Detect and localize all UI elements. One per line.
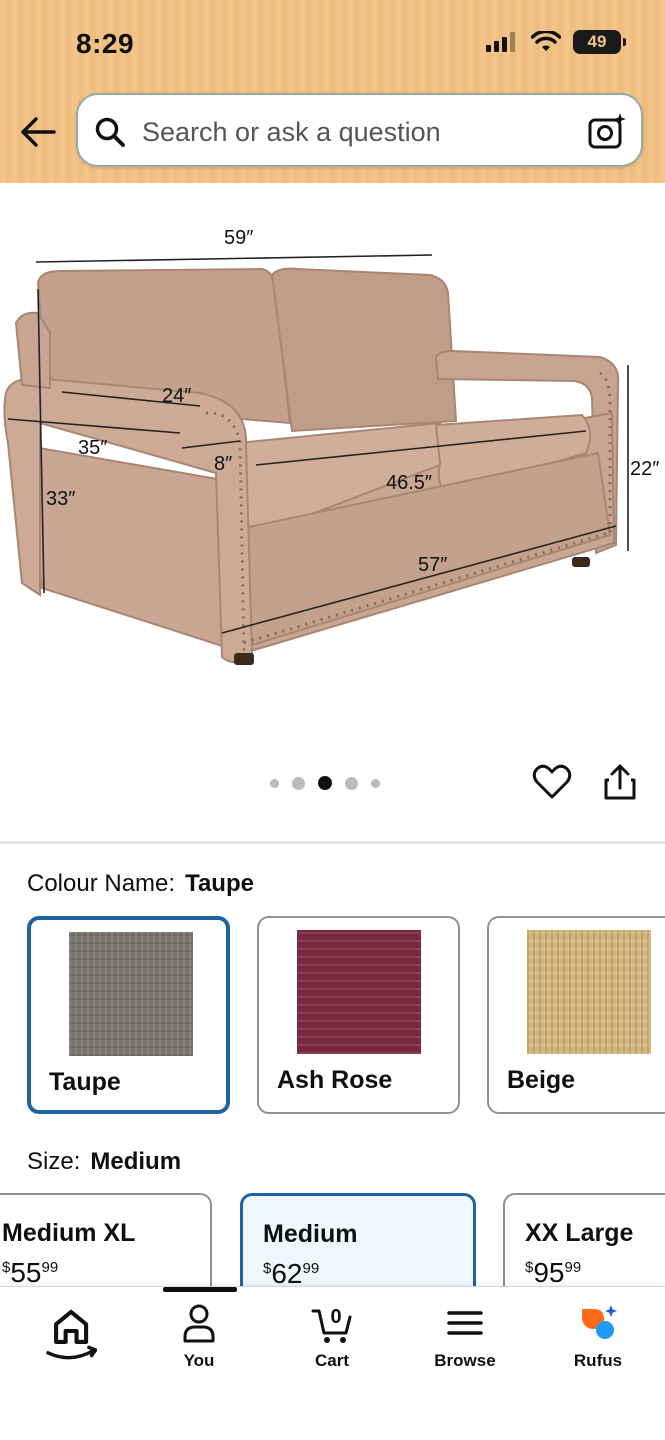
nav-browse[interactable]: Browse [415,1301,515,1371]
cart-count-badge: 0 [330,1306,341,1328]
dimension-label: 8″ [214,453,232,475]
carousel-dot[interactable] [292,776,305,790]
share-icon[interactable] [602,762,638,802]
carousel-dot-active[interactable] [318,776,332,790]
colour-swatch-taupe[interactable]: Taupe [27,916,230,1114]
cart-icon: 0 [311,1306,352,1343]
nav-home[interactable] [17,1301,117,1361]
dimension-label: 46.5″ [386,472,432,494]
search-input[interactable]: Search or ask a question [76,93,643,167]
status-icons: 49 [485,30,626,54]
carousel-dot[interactable] [270,778,279,788]
nav-you[interactable]: You [149,1301,249,1371]
colour-swatch-beige[interactable]: Beige [487,916,665,1114]
heart-icon[interactable] [532,762,572,802]
size-option-price: $5599 [2,1257,59,1288]
search-icon [95,117,125,147]
image-carousel-dots[interactable] [270,776,380,790]
size-selected-value: Medium [90,1148,182,1175]
swatch-image [297,930,421,1054]
size-option-name: Medium XL [2,1219,136,1247]
camera-icon[interactable] [587,111,627,151]
battery-icon: 49 [573,30,626,54]
swatch-image [527,930,651,1054]
nav-rufus[interactable]: Rufus [548,1301,648,1371]
size-label: Size: Medium [27,1148,182,1175]
menu-icon [447,1311,483,1335]
nav-label: Browse [434,1351,496,1370]
search-placeholder: Search or ask a question [142,117,441,147]
swatch-image [69,932,193,1056]
size-option-name: XX Large [525,1219,634,1247]
product-image[interactable]: 59″ 24″ 35″ 8″ 33″ 46.5″ 22″ 57″ [0,183,665,743]
nav-label: Cart [314,1351,349,1370]
size-option-name: Medium [263,1220,358,1248]
dimension-label: 22″ [630,458,659,480]
carousel-dot[interactable] [345,776,358,790]
colour-label: Colour Name: Taupe [27,870,254,897]
nav-label: You [183,1351,215,1370]
active-tab-indicator [163,1287,237,1292]
colour-selected-value: Taupe [185,870,254,897]
colour-swatch-ash-rose[interactable]: Ash Rose [257,916,460,1114]
bottom-nav: You 0 Cart Browse Rufus [0,1286,665,1440]
carousel-dot[interactable] [371,778,380,788]
swatch-label: Ash Rose [277,1066,393,1094]
dimension-label: 35″ [78,437,107,459]
dimension-label: 24″ [162,385,191,407]
swatch-label: Taupe [49,1068,121,1096]
home-icon [46,1309,97,1360]
back-arrow-icon[interactable] [18,112,58,152]
swatch-label: Beige [507,1066,576,1094]
nav-cart[interactable]: 0 Cart [282,1301,382,1371]
dimension-label: 59″ [224,227,253,249]
rufus-icon [582,1305,617,1339]
wifi-icon [531,31,561,51]
divider [0,841,665,844]
size-option-price: $9599 [525,1257,582,1288]
dimension-label: 57″ [418,554,447,576]
header: 8:29 49 Search or ask a question [0,0,665,183]
signal-icon [486,32,515,52]
dimension-label: 33″ [46,488,75,510]
person-icon [183,1304,215,1343]
nav-label: Rufus [573,1351,623,1370]
status-time: 8:29 [76,28,135,59]
